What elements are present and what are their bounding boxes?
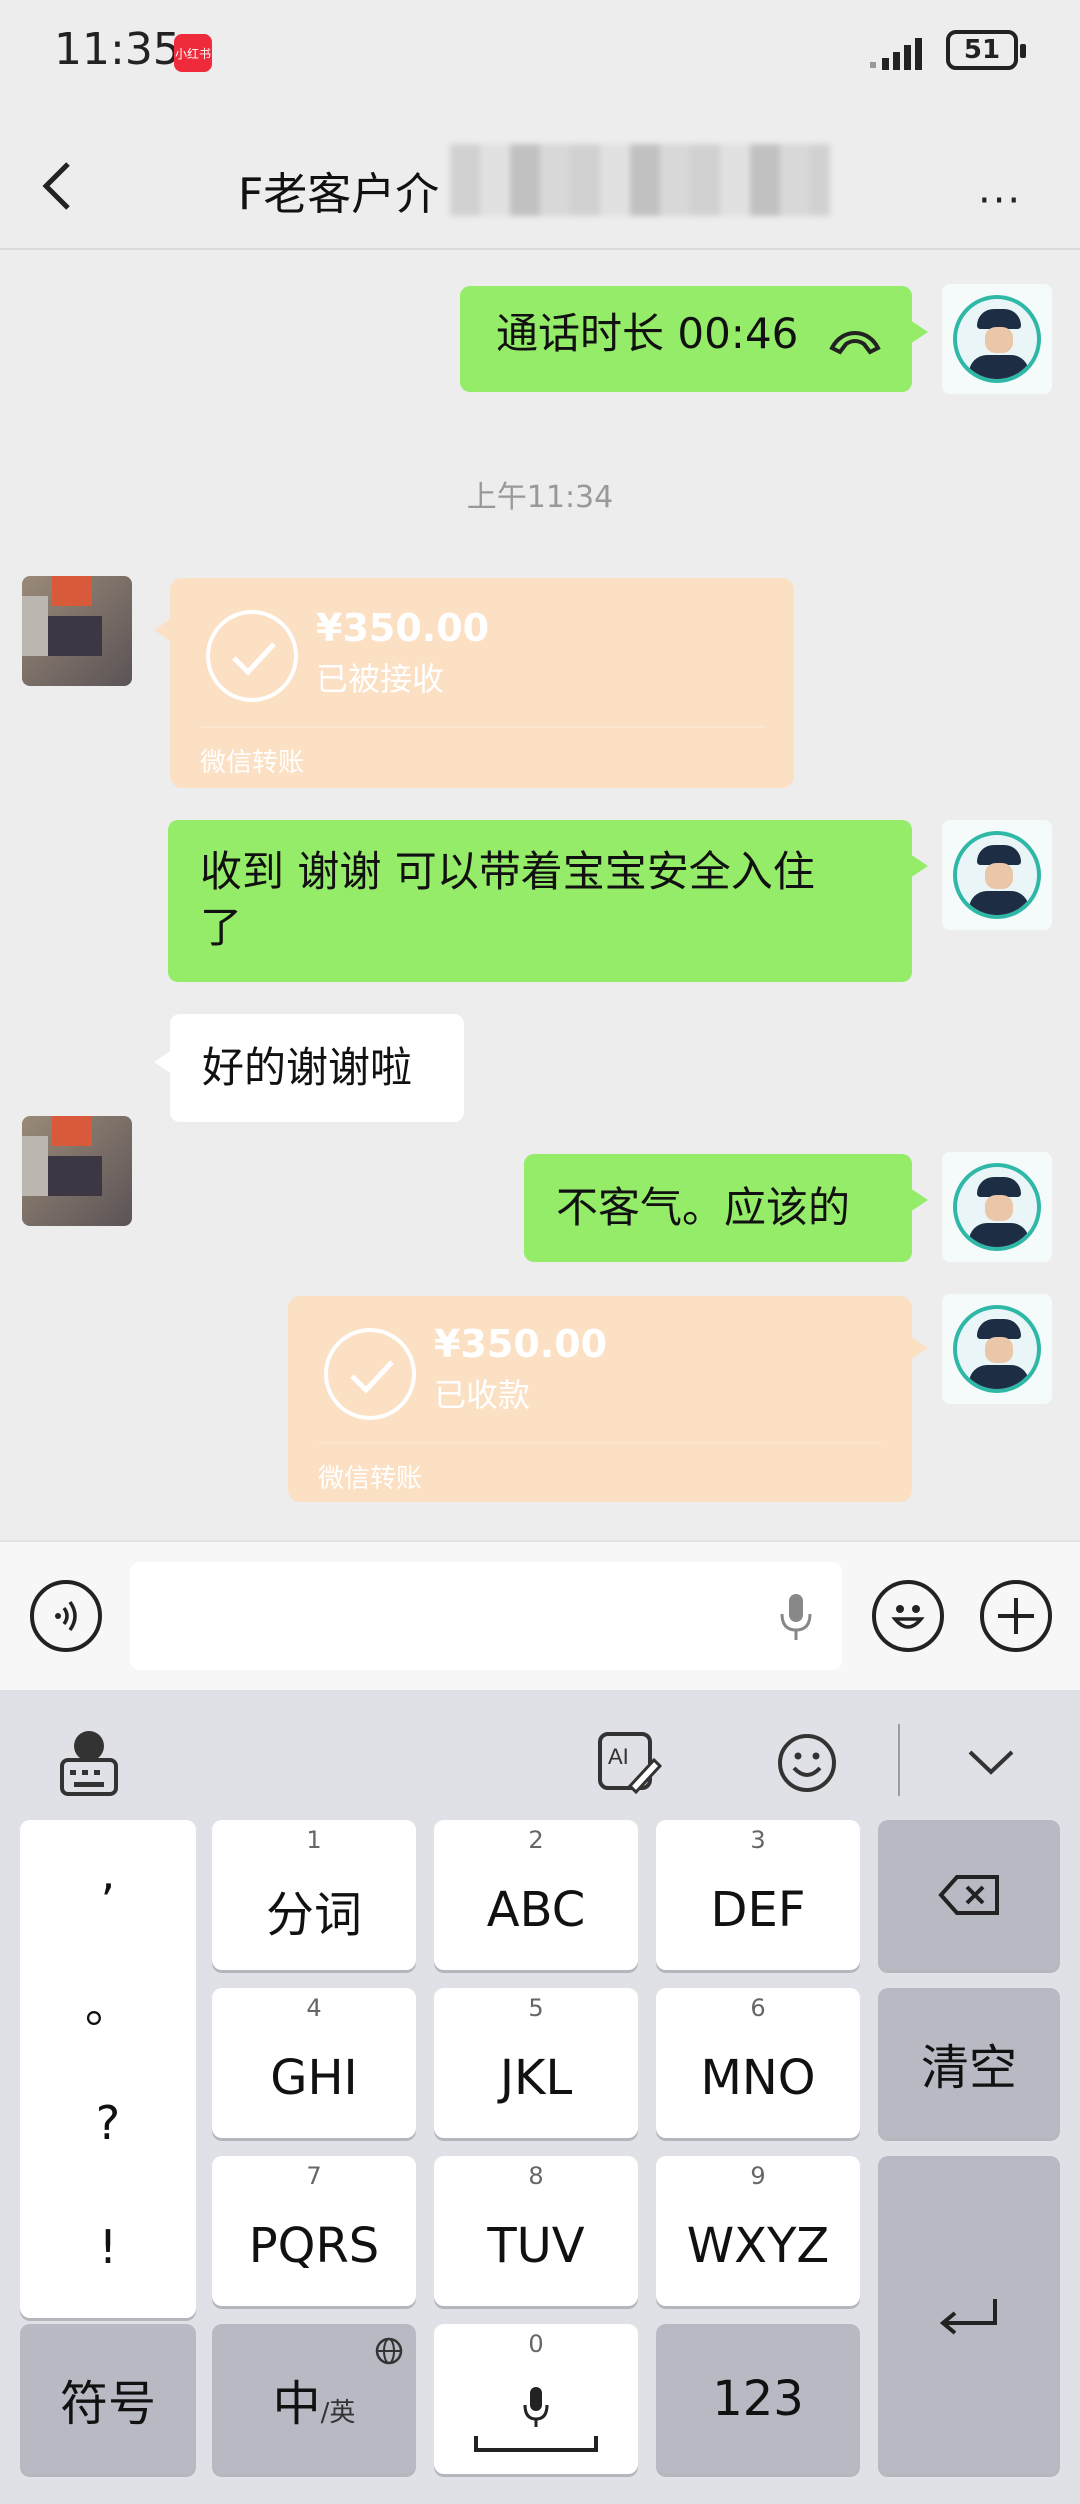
transfer-status: 已收款 bbox=[434, 1376, 531, 1414]
transfer-status: 已被接收 bbox=[316, 660, 445, 698]
emoji-button[interactable] bbox=[872, 1580, 944, 1652]
call-duration-text: 通话时长 00:46 bbox=[496, 309, 799, 358]
my-avatar[interactable] bbox=[942, 820, 1052, 930]
voice-mode-button[interactable] bbox=[30, 1580, 102, 1652]
signal-icon bbox=[870, 38, 922, 70]
clear-key[interactable]: 清空 bbox=[878, 1988, 1060, 2138]
voice-wave-icon bbox=[55, 1600, 77, 1632]
space-bar-icon bbox=[474, 2436, 598, 2452]
microphone-icon[interactable] bbox=[776, 1592, 816, 1642]
contact-avatar[interactable] bbox=[22, 1116, 132, 1226]
status-time: 11:35 bbox=[54, 24, 181, 75]
language-switch-key[interactable]: 中/英 bbox=[212, 2324, 416, 2474]
chat-input-bar bbox=[0, 1540, 1080, 1690]
globe-icon bbox=[375, 2337, 403, 2365]
more-functions-button[interactable] bbox=[980, 1580, 1052, 1652]
ai-writing-icon[interactable]: AI bbox=[596, 1730, 662, 1796]
key-4-ghi[interactable]: 4 GHI bbox=[212, 1988, 416, 2138]
call-duration-bubble[interactable]: 通话时长 00:46 bbox=[460, 286, 928, 392]
transfer-label: 微信转账 bbox=[318, 1464, 423, 1494]
punctuation-column[interactable]: , 。 ? ! bbox=[20, 1820, 196, 2318]
transfer-amount: ¥350.00 bbox=[434, 1322, 608, 1366]
message-timestamp: 上午11:34 bbox=[466, 480, 614, 515]
lang-main: 中 bbox=[272, 2376, 321, 2432]
message-text-line2: 了 bbox=[200, 903, 243, 952]
chat-title: F老客户介 bbox=[238, 169, 440, 220]
enter-arrow-icon bbox=[939, 2299, 997, 2335]
space-voice-key[interactable]: 0 bbox=[434, 2324, 638, 2474]
message-text: 好的谢谢啦 bbox=[202, 1043, 413, 1092]
phone-hangup-icon bbox=[829, 331, 881, 355]
keyboard-settings-icon[interactable] bbox=[56, 1728, 122, 1798]
transfer-divider bbox=[200, 726, 764, 728]
outgoing-message-bubble[interactable]: 收到 谢谢 可以带着宝宝安全入住 了 bbox=[168, 820, 928, 982]
contact-avatar[interactable] bbox=[22, 576, 132, 686]
toolbar-divider bbox=[898, 1724, 900, 1796]
transfer-label: 微信转账 bbox=[200, 748, 305, 778]
message-text-line1: 收到 谢谢 可以带着宝宝安全入住 bbox=[200, 847, 815, 896]
plus-icon bbox=[998, 1598, 1034, 1634]
lang-sub: /英 bbox=[320, 2397, 356, 2428]
more-options-icon[interactable]: ··· bbox=[978, 178, 1022, 224]
key-2-abc[interactable]: 2 ABC bbox=[434, 1820, 638, 1970]
backspace-icon bbox=[938, 1875, 999, 1915]
outgoing-message-bubble[interactable]: 不客气。应该的 bbox=[524, 1154, 928, 1262]
punct-period[interactable]: 。 bbox=[20, 1970, 196, 2036]
punct-exclaim[interactable]: ! bbox=[20, 2220, 196, 2274]
battery-indicator: 51 bbox=[946, 30, 1026, 70]
key-9-wxyz[interactable]: 9 WXYZ bbox=[656, 2156, 860, 2306]
emoji-keyboard-icon[interactable] bbox=[776, 1732, 838, 1794]
punct-comma[interactable]: , bbox=[20, 1846, 196, 1900]
clear-key-label: 清空 bbox=[920, 2040, 1017, 2096]
punct-question[interactable]: ? bbox=[20, 2096, 196, 2150]
blurred-title-redaction bbox=[450, 144, 830, 216]
my-avatar[interactable] bbox=[942, 1152, 1052, 1262]
ime-keyboard: AI , 。 ? ! 1 分词 2 ABC 3 DEF 4 GHI 5 JKL 6 MNO … bbox=[0, 1690, 1080, 2504]
status-bar: 11:35 小红书 51 bbox=[0, 0, 1080, 100]
message-text: 不客气。应该的 bbox=[556, 1183, 851, 1232]
chat-header: F老客户介 ··· bbox=[0, 100, 1080, 250]
transfer-divider bbox=[318, 1442, 882, 1444]
my-avatar[interactable] bbox=[942, 1294, 1052, 1404]
smiley-icon bbox=[891, 1605, 925, 1629]
key-1-fenci[interactable]: 1 分词 bbox=[212, 1820, 416, 1970]
check-circle-icon bbox=[206, 610, 298, 702]
key-3-def[interactable]: 3 DEF bbox=[656, 1820, 860, 1970]
svg-text:AI: AI bbox=[608, 1744, 629, 1769]
transfer-received-card[interactable]: ¥350.00 已被接收 微信转账 bbox=[154, 578, 794, 788]
header-divider bbox=[0, 248, 1080, 250]
check-circle-icon bbox=[324, 1328, 416, 1420]
incoming-message-bubble[interactable]: 好的谢谢啦 bbox=[154, 1014, 464, 1122]
key-8-tuv[interactable]: 8 TUV bbox=[434, 2156, 638, 2306]
message-input[interactable] bbox=[130, 1562, 842, 1670]
transfer-amount: ¥350.00 bbox=[316, 606, 490, 650]
backspace-key[interactable] bbox=[878, 1820, 1060, 1970]
key-5-jkl[interactable]: 5 JKL bbox=[434, 1988, 638, 2138]
back-arrow-icon[interactable] bbox=[38, 156, 78, 216]
key-6-mno[interactable]: 6 MNO bbox=[656, 1988, 860, 2138]
enter-key[interactable] bbox=[878, 2156, 1060, 2474]
key-7-pqrs[interactable]: 7 PQRS bbox=[212, 2156, 416, 2306]
collapse-keyboard-icon[interactable] bbox=[966, 1748, 1016, 1778]
microphone-icon bbox=[523, 2387, 549, 2427]
transfer-collected-card[interactable]: ¥350.00 已收款 微信转账 bbox=[288, 1296, 928, 1502]
symbols-key[interactable]: 符号 bbox=[20, 2324, 196, 2474]
my-avatar[interactable] bbox=[942, 284, 1052, 394]
xiaohongshu-app-icon: 小红书 bbox=[174, 34, 212, 72]
numbers-key[interactable]: 123 bbox=[656, 2324, 860, 2474]
